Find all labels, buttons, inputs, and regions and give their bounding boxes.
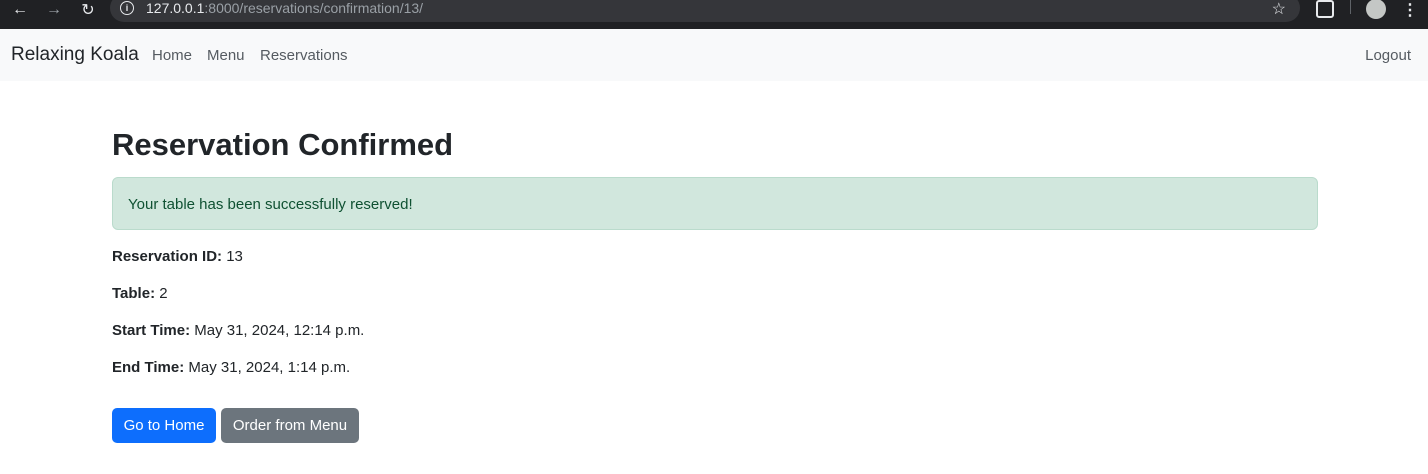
nav-link-home[interactable]: Home <box>152 47 192 64</box>
order-from-menu-button[interactable]: Order from Menu <box>221 408 359 443</box>
url-path: :8000/reservations/confirmation/13/ <box>204 0 424 16</box>
nav-link-menu[interactable]: Menu <box>207 47 245 64</box>
browser-toolbar: ← → ↻ i 127.0.0.1:8000/reservations/conf… <box>0 0 1428 29</box>
logout-link[interactable]: Logout <box>1365 47 1411 64</box>
detail-label: End Time: <box>112 359 185 376</box>
detail-reservation-id: Reservation ID: 13 <box>112 248 243 265</box>
url-host: 127.0.0.1 <box>146 0 205 16</box>
go-to-home-button[interactable]: Go to Home <box>112 408 216 443</box>
profile-avatar[interactable] <box>1366 0 1386 19</box>
site-navbar: Relaxing Koala Home Menu Reservations Lo… <box>0 29 1428 81</box>
address-bar[interactable]: i 127.0.0.1:8000/reservations/confirmati… <box>110 0 1300 22</box>
reload-icon[interactable]: ↻ <box>78 0 98 20</box>
brand-link[interactable]: Relaxing Koala <box>11 44 139 66</box>
detail-start-time: Start Time: May 31, 2024, 12:14 p.m. <box>112 322 364 339</box>
nav-link-reservations[interactable]: Reservations <box>260 47 348 64</box>
site-info-icon[interactable]: i <box>120 1 134 15</box>
detail-value: 13 <box>222 248 243 265</box>
detail-table: Table: 2 <box>112 285 168 302</box>
bookmark-star-icon[interactable]: ☆ <box>1272 0 1286 19</box>
detail-value: 2 <box>155 285 168 302</box>
detail-end-time: End Time: May 31, 2024, 1:14 p.m. <box>112 359 350 376</box>
detail-value: May 31, 2024, 1:14 p.m. <box>184 359 351 376</box>
detail-label: Table: <box>112 285 156 302</box>
toolbar-divider <box>1350 0 1351 14</box>
extensions-icon[interactable] <box>1316 0 1334 18</box>
page-title: Reservation Confirmed <box>112 127 454 162</box>
more-menu-icon[interactable]: ⋮ <box>1402 0 1418 20</box>
detail-label: Start Time: <box>112 322 191 339</box>
detail-label: Reservation ID: <box>112 248 223 265</box>
back-arrow-icon[interactable]: ← <box>10 0 30 20</box>
detail-value: May 31, 2024, 12:14 p.m. <box>190 322 365 339</box>
url-text[interactable]: 127.0.0.1:8000/reservations/confirmation… <box>146 0 423 16</box>
forward-arrow-icon[interactable]: → <box>44 0 64 20</box>
success-alert: Your table has been successfully reserve… <box>112 177 1318 230</box>
